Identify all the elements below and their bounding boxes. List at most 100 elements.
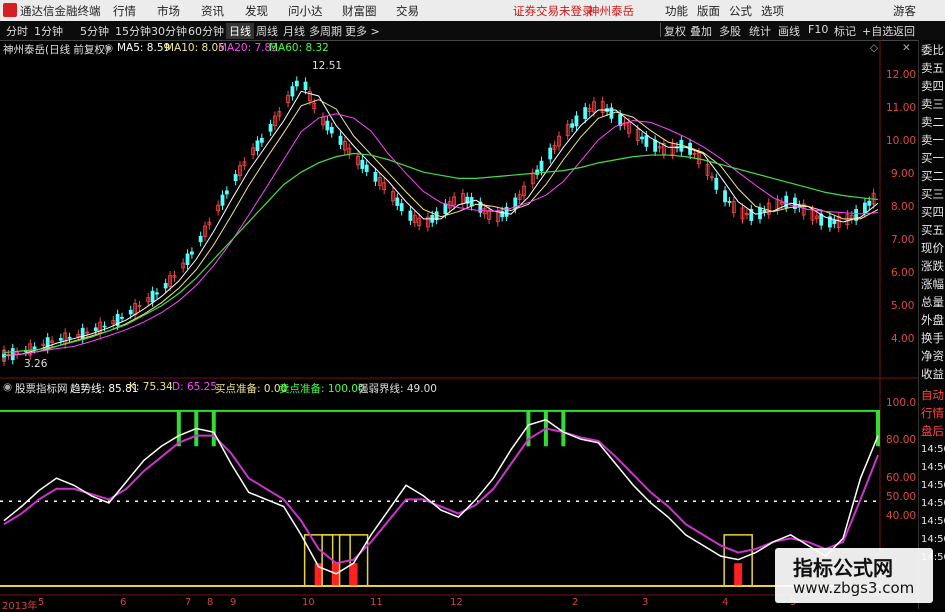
panel-item[interactable]: 涨跌 [921,258,944,274]
candle-body [163,283,168,289]
candle-body [862,202,867,214]
panel-item[interactable]: 卖一 [921,132,944,148]
menu-item-formula[interactable]: 公式 [729,3,752,19]
panel-item[interactable]: 买一 [921,150,944,166]
candle-body [155,292,159,295]
panel-item-after-hours[interactable]: 盘后 [921,423,944,439]
panel-item[interactable]: 买二 [921,168,944,184]
candle-body [443,203,448,215]
menu-item-layout[interactable]: 版面 [697,3,720,19]
watermark-url: www.zbgs3.com [793,579,915,597]
panel-item[interactable]: 涨幅 [921,276,944,292]
menu-item-discover[interactable]: 发现 [245,3,268,19]
mark-button[interactable]: 标记 [834,23,856,39]
candle-body [373,172,378,182]
candle-body [583,107,588,120]
candle-body [360,159,365,169]
period-tab-5min[interactable]: 5分钟 [80,23,109,39]
panel-item[interactable]: 卖三 [921,96,944,112]
panel-time: 14:50 [921,534,945,545]
app-logo [3,3,17,17]
menu-item-ask[interactable]: 问小达 [288,3,323,19]
panel-item-auto[interactable]: 自动 [921,387,944,403]
indicator-settings-icon[interactable]: ◉ [3,381,12,393]
indicator-y-tick: 50.00 [886,491,917,503]
chart-title: 神州泰岳(日线 前复权) [3,44,110,56]
chart-close-icon[interactable]: ✕ [902,42,911,54]
candle-body [128,309,133,315]
menu-item-wealth[interactable]: 财富圈 [342,3,377,19]
draw-line-button[interactable]: 画线 [778,23,800,39]
candle-body [198,235,203,243]
overlay-button[interactable]: 叠加 [690,23,712,39]
panel-item[interactable]: 买五 [921,222,944,238]
panel-item[interactable]: 卖五 [921,60,944,76]
indicator-y-tick: 80.00 [886,434,917,446]
multi-stock-button[interactable]: 多股 [719,23,741,39]
candle-body [640,136,644,140]
period-tab-30min[interactable]: 30分钟 [151,23,187,39]
candle-body [185,253,190,265]
menu-item-function[interactable]: 功能 [665,3,688,19]
menu-item-options[interactable]: 选项 [761,3,784,19]
x-tick: 7 [185,597,192,608]
menu-item-market[interactable]: 市场 [157,3,180,19]
y-tick: 5.00 [891,300,915,312]
stock-tag: 神州泰岳 [588,4,634,18]
x-tick: 9 [230,597,237,608]
candle-body [120,316,124,319]
x-tick: 10 [302,597,315,608]
menu-item-news[interactable]: 资讯 [201,3,224,19]
chart-settings-icon[interactable]: ◉ [104,42,113,54]
panel-item[interactable]: 收益 [921,366,944,382]
period-tab-multi[interactable]: 多周期 [309,23,342,39]
ma60-label: MA60: 8.32 [269,42,329,54]
panel-item[interactable]: 总量 [921,294,944,310]
panel-item[interactable]: 卖二 [921,114,944,130]
menu-item-quotes[interactable]: 行情 [113,3,136,19]
menu-bar: 通达信金融终端 行情 市场 资讯 发现 问小达 财富圈 交易 证券交易未登录 神… [0,0,945,22]
kline-chart[interactable] [0,40,918,609]
period-tab-intraday[interactable]: 分时 [6,23,28,39]
chart-collapse-icon[interactable]: ◇ [870,42,878,54]
period-tab-more[interactable]: 更多 > [345,23,380,39]
panel-item[interactable]: 买四 [921,204,944,220]
back-button[interactable]: 返回 [893,23,915,39]
y-tick: 12.00 [886,69,917,81]
panel-item[interactable]: 净资 [921,348,944,364]
panel-item[interactable]: 外盘 [921,312,944,328]
period-tab-15min[interactable]: 15分钟 [115,23,151,39]
period-tab-weekly[interactable]: 周线 [256,23,278,39]
period-tab-monthly[interactable]: 月线 [283,23,305,39]
candle-body [727,201,732,203]
period-tab-60min[interactable]: 60分钟 [188,23,224,39]
panel-item[interactable]: 换手 [921,330,944,346]
panel-item[interactable]: 委比 [921,42,944,58]
panel-time: 14:50 [921,498,945,509]
panel-item[interactable]: 买三 [921,186,944,202]
broker-label[interactable]: 游客 [893,3,916,19]
panel-item-quote[interactable]: 行情 [921,405,944,421]
indicator-name[interactable]: 股票指标网 [15,381,68,396]
period-tab-daily[interactable]: 日线 [226,23,254,39]
login-status[interactable]: 证券交易未登录 [513,3,594,19]
restore-rights-button[interactable]: 复权 [664,23,686,39]
add-watchlist-button[interactable]: +自选 [862,23,893,39]
panel-item[interactable]: 卖四 [921,78,944,94]
candle-body [408,210,413,221]
x-tick: 5 [38,597,45,608]
x-tick: 8 [207,597,214,608]
f10-button[interactable]: F10 [808,23,828,36]
candle-body [268,124,273,132]
panel-item[interactable]: 现价 [921,240,944,256]
buy-signal-bar [349,563,358,586]
buy-signal-bar [734,563,743,586]
indicator-y-tick: 100.0 [886,397,917,409]
period-tab-1min[interactable]: 1分钟 [34,23,63,39]
candle-body [653,139,658,152]
indicator-y-tick: 60.00 [886,472,917,484]
statistics-button[interactable]: 统计 [749,23,771,39]
low-price-label: 3.26 [24,358,48,370]
menu-item-trade[interactable]: 交易 [396,3,419,19]
x-tick: 3 [642,597,649,608]
